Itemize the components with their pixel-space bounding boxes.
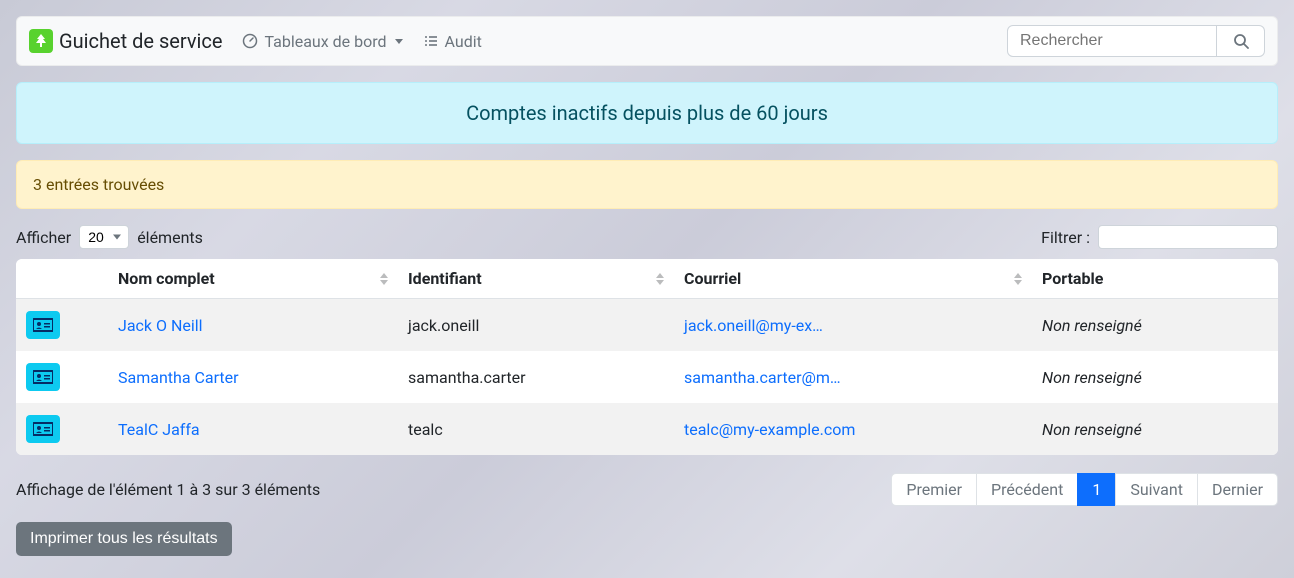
user-email-link[interactable]: tealc@my-example.com (684, 420, 855, 439)
page-next[interactable]: Suivant (1115, 473, 1198, 506)
search-input[interactable] (1007, 25, 1217, 57)
user-name-link[interactable]: TealC Jaffa (118, 420, 200, 439)
table-controls: Afficher 20 éléments Filtrer : (16, 225, 1278, 249)
page-prev[interactable]: Précédent (976, 473, 1078, 506)
search-group (1007, 25, 1265, 57)
banner-title: Comptes inactifs depuis plus de 60 jours (466, 101, 828, 125)
page-1[interactable]: 1 (1077, 473, 1116, 506)
print-button[interactable]: Imprimer tous les résultats (16, 522, 232, 556)
user-ident: tealc (396, 403, 672, 455)
id-card-icon (33, 369, 53, 385)
id-card-icon (33, 317, 53, 333)
sort-icon (1014, 273, 1022, 285)
list-icon (423, 33, 439, 49)
page-last[interactable]: Dernier (1197, 473, 1278, 506)
user-mobile: Non renseigné (1030, 403, 1278, 455)
user-mobile: Non renseigné (1030, 351, 1278, 403)
id-card-icon (33, 421, 53, 437)
user-email-link[interactable]: jack.oneill@my-ex… (684, 316, 823, 335)
page-first[interactable]: Premier (891, 473, 977, 506)
user-mobile: Non renseigné (1030, 299, 1278, 352)
tree-icon (29, 29, 53, 53)
table-footer: Affichage de l'élément 1 à 3 sur 3 éléme… (16, 473, 1278, 506)
search-button[interactable] (1217, 25, 1265, 57)
view-card-button[interactable] (26, 311, 60, 339)
search-icon (1233, 33, 1249, 49)
column-name[interactable]: Nom complet (106, 259, 396, 299)
view-card-button[interactable] (26, 415, 60, 443)
user-email-link[interactable]: samantha.carter@m… (684, 368, 841, 387)
table-row: Samantha Carter samantha.carter samantha… (16, 351, 1278, 403)
nav-audit-label: Audit (445, 32, 482, 51)
user-name-link[interactable]: Samantha Carter (118, 368, 239, 387)
sort-icon (656, 273, 664, 285)
length-select[interactable]: 20 (79, 225, 129, 249)
nav-dashboards-label: Tableaux de bord (264, 32, 386, 51)
filter-label: Filtrer : (1041, 228, 1090, 247)
nav-audit[interactable]: Audit (423, 32, 482, 51)
results-summary-text: 3 entrées trouvées (33, 175, 164, 194)
page-title-banner: Comptes inactifs depuis plus de 60 jours (16, 82, 1278, 144)
user-name-link[interactable]: Jack O Neill (118, 316, 203, 335)
user-ident: jack.oneill (396, 299, 672, 352)
nav-dashboards[interactable]: Tableaux de bord (242, 32, 402, 51)
brand-title: Guichet de service (59, 29, 222, 53)
results-summary: 3 entrées trouvées (16, 160, 1278, 209)
column-actions (16, 259, 106, 299)
table-info: Affichage de l'élément 1 à 3 sur 3 éléme… (16, 480, 320, 499)
length-prefix: Afficher (16, 228, 71, 247)
view-card-button[interactable] (26, 363, 60, 391)
length-suffix: éléments (137, 228, 203, 247)
navbar: Guichet de service Tableaux de bord Audi… (16, 16, 1278, 66)
results-table: Nom complet Identifiant Courriel Portabl… (16, 259, 1278, 455)
length-control: Afficher 20 éléments (16, 225, 203, 249)
table-row: TealC Jaffa tealc tealc@my-example.com N… (16, 403, 1278, 455)
filter-input[interactable] (1098, 225, 1278, 249)
filter-control: Filtrer : (1041, 225, 1278, 249)
user-ident: samantha.carter (396, 351, 672, 403)
pagination: Premier Précédent 1 Suivant Dernier (891, 473, 1278, 506)
column-email[interactable]: Courriel (672, 259, 1030, 299)
table-row: Jack O Neill jack.oneill jack.oneill@my-… (16, 299, 1278, 352)
chevron-down-icon (395, 39, 403, 44)
sort-icon (380, 273, 388, 285)
column-ident[interactable]: Identifiant (396, 259, 672, 299)
dashboard-icon (242, 33, 258, 49)
column-mobile: Portable (1030, 259, 1278, 299)
brand[interactable]: Guichet de service (29, 29, 222, 53)
